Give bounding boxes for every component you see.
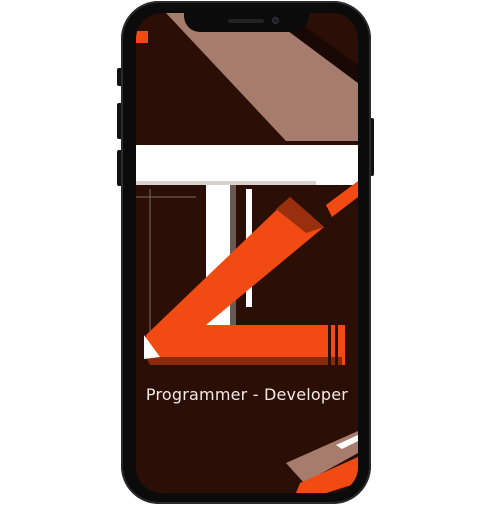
front-camera: [272, 17, 279, 24]
wallpaper-artwork: [136, 13, 358, 493]
phone-screen: Programmer - Developer: [136, 13, 358, 493]
speaker-grille: [228, 19, 264, 23]
device-mockup: Programmer - Developer: [0, 0, 493, 506]
logo-t-bar: [136, 145, 358, 185]
wallpaper-caption: Programmer - Developer: [145, 385, 349, 404]
